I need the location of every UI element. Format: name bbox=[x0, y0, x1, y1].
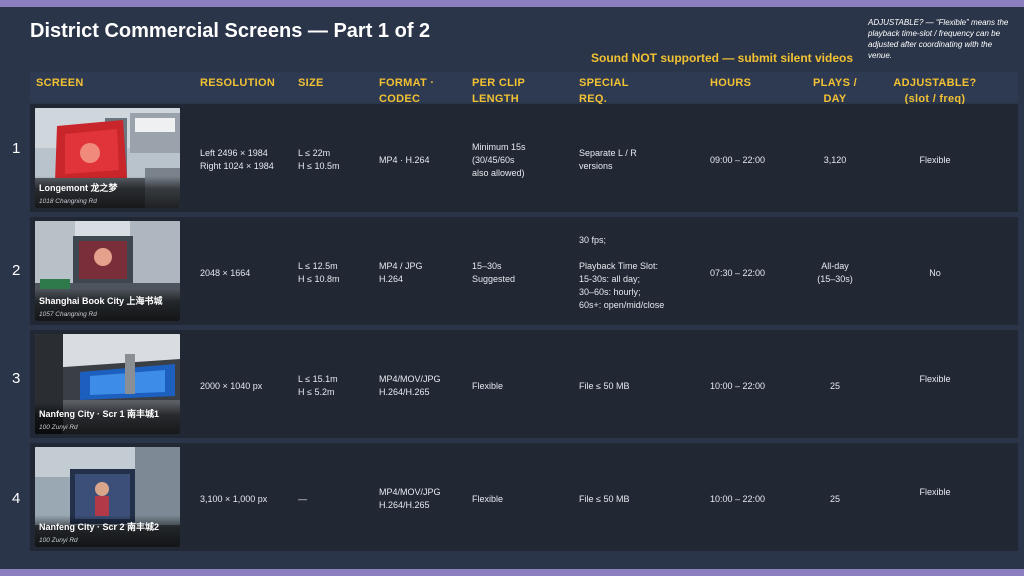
adjustable-value: Flexible bbox=[919, 374, 951, 384]
resolution-value: 3,100 × 1,000 px bbox=[200, 494, 268, 504]
row-number: 3 bbox=[12, 370, 21, 387]
row-number: 1 bbox=[12, 140, 21, 157]
format-value: MP4 · H.264 bbox=[379, 155, 430, 165]
screen-name: Nanfeng City · Scr 1 南丰城1 bbox=[39, 409, 160, 419]
screen-photo: Nanfeng City · Scr 2 南丰城2 100 Zunyi Rd bbox=[35, 447, 180, 547]
col-header-format: FORMAT · CODEC bbox=[379, 77, 435, 105]
plays-value: 3,120 bbox=[823, 155, 847, 165]
col-header-clip-length: PER CLIP LENGTH bbox=[472, 77, 526, 105]
page-title: District Commercial Screens — Part 1 of … bbox=[30, 20, 431, 42]
col-header-screen: SCREEN bbox=[36, 77, 84, 89]
col-header-resolution: RESOLUTION bbox=[200, 77, 276, 89]
col-header-adjustable: ADJUSTABLE? (slot / freq) bbox=[893, 77, 977, 105]
table-header: SCREEN RESOLUTION SIZE FORMAT · CODEC PE… bbox=[30, 72, 1018, 105]
hours-value: 10:00 – 22:00 bbox=[710, 494, 766, 504]
format-value: MP4/MOV/JPG H.264/H.265 bbox=[379, 374, 441, 397]
clip-length-value: 15–30s Suggested bbox=[472, 261, 516, 284]
screen-photo: Longemont 龙之梦 1018 Changning Rd bbox=[35, 108, 180, 208]
plays-value: 25 bbox=[829, 494, 840, 504]
special-value: 30 fps; Playback Time Slot: 15-30s: all … bbox=[579, 235, 665, 310]
row-number: 4 bbox=[12, 490, 21, 507]
clip-length-value: Flexible bbox=[472, 381, 504, 391]
plays-value: 25 bbox=[829, 381, 840, 391]
plays-value: All-day (15–30s) bbox=[817, 261, 853, 284]
table-row: Shanghai Book City 上海书城 1057 Changning R… bbox=[30, 217, 1018, 325]
special-value: Separate L / R versions bbox=[579, 148, 637, 171]
screen-address: 100 Zunyi Rd bbox=[39, 537, 78, 544]
resolution-value: 2048 × 1664 bbox=[200, 268, 251, 278]
screen-photo: Shanghai Book City 上海书城 1057 Changning R… bbox=[35, 221, 180, 321]
resolution-value: Left 2496 × 1984 Right 1024 × 1984 bbox=[200, 148, 274, 171]
hours-value: 07:30 – 22:00 bbox=[710, 268, 766, 278]
format-value: MP4 / JPG H.264 bbox=[379, 261, 423, 284]
special-value: File ≤ 50 MB bbox=[579, 381, 630, 391]
row-number: 2 bbox=[12, 262, 21, 279]
size-value: — bbox=[298, 494, 307, 504]
screen-address: 1057 Changning Rd bbox=[39, 311, 97, 318]
adjustable-value: Flexible bbox=[919, 155, 951, 165]
bottom-frame-bar bbox=[0, 569, 1024, 576]
col-header-plays: PLAYS / DAY bbox=[813, 77, 857, 105]
hours-value: 09:00 – 22:00 bbox=[710, 155, 766, 165]
table-row: Longemont 龙之梦 1018 Changning Rd Left 249… bbox=[30, 104, 1018, 212]
screen-name: Shanghai Book City 上海书城 bbox=[39, 296, 163, 306]
resolution-value: 2000 × 1040 px bbox=[200, 381, 263, 391]
screen-name: Longemont 龙之梦 bbox=[39, 183, 118, 193]
table-row: Nanfeng City · Scr 2 南丰城2 100 Zunyi Rd 3… bbox=[30, 443, 1018, 551]
size-value: L ≤ 22m H ≤ 10.5m bbox=[298, 148, 340, 171]
sound-notice: Sound NOT supported — submit silent vide… bbox=[591, 51, 854, 65]
clip-length-value: Minimum 15s (30/45/60s also allowed) bbox=[472, 142, 526, 178]
col-header-special: SPECIAL REQ. bbox=[579, 77, 629, 105]
clip-length-value: Flexible bbox=[472, 494, 504, 504]
screen-photo: Nanfeng City · Scr 1 南丰城1 100 Zunyi Rd bbox=[35, 334, 180, 434]
col-header-hours: HOURS bbox=[710, 77, 752, 89]
hours-value: 10:00 – 22:00 bbox=[710, 381, 766, 391]
screen-name: Nanfeng City · Scr 2 南丰城2 bbox=[39, 522, 160, 532]
screen-address: 1018 Changning Rd bbox=[39, 198, 97, 205]
size-value: L ≤ 12.5m H ≤ 10.8m bbox=[298, 261, 340, 284]
special-value: File ≤ 50 MB bbox=[579, 494, 630, 504]
adjustable-note: ADJUSTABLE? — “Flexible” means the playb… bbox=[868, 18, 1009, 60]
adjustable-value: Flexible bbox=[919, 487, 951, 497]
format-value: MP4/MOV/JPG H.264/H.265 bbox=[379, 487, 441, 510]
col-header-size: SIZE bbox=[298, 77, 324, 89]
top-frame-bar bbox=[0, 0, 1024, 7]
adjustable-value: No bbox=[929, 268, 941, 278]
screen-address: 100 Zunyi Rd bbox=[39, 424, 78, 431]
size-value: L ≤ 15.1m H ≤ 5.2m bbox=[298, 374, 338, 397]
table-row: Nanfeng City · Scr 1 南丰城1 100 Zunyi Rd 2… bbox=[30, 330, 1018, 438]
